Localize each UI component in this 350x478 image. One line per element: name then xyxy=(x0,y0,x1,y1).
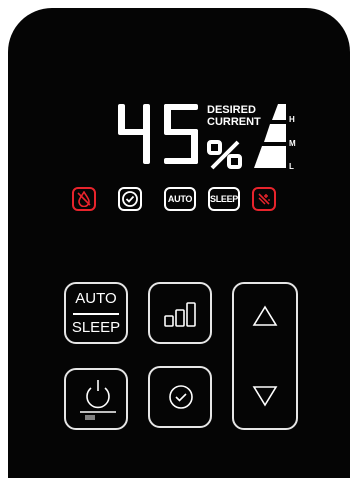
auto-label: AUTO xyxy=(75,290,117,307)
auto-indicator-label: AUTO xyxy=(167,194,193,204)
down-arrow-icon[interactable] xyxy=(251,384,279,408)
clean-filter-icon xyxy=(252,187,276,211)
up-arrow-icon[interactable] xyxy=(251,304,279,328)
auto-sleep-button[interactable]: AUTO SLEEP xyxy=(64,282,128,344)
level-medium-label: M xyxy=(289,139,296,148)
up-down-button xyxy=(232,282,298,430)
fan-speed-icon xyxy=(164,302,196,327)
sleep-indicator-label: SLEEP xyxy=(210,194,239,204)
auto-indicator: AUTO xyxy=(164,187,196,211)
level-high-label: H xyxy=(289,115,295,124)
percent-symbol xyxy=(207,140,242,170)
fan-speed-button[interactable] xyxy=(148,282,212,344)
level-low-label: L xyxy=(289,162,294,171)
current-label: CURRENT xyxy=(207,116,261,128)
timer-indicator-icon xyxy=(118,187,142,211)
divider xyxy=(73,313,119,315)
no-water-icon xyxy=(72,187,96,211)
power-button[interactable] xyxy=(64,368,128,430)
timer-icon xyxy=(169,385,193,409)
power-icon xyxy=(80,380,116,420)
desired-label: DESIRED xyxy=(207,104,256,116)
level-graph xyxy=(254,104,286,168)
humidity-readout xyxy=(118,104,198,164)
timer-button[interactable] xyxy=(148,366,212,428)
sleep-label: SLEEP xyxy=(71,319,121,336)
sleep-indicator: SLEEP xyxy=(208,187,240,211)
